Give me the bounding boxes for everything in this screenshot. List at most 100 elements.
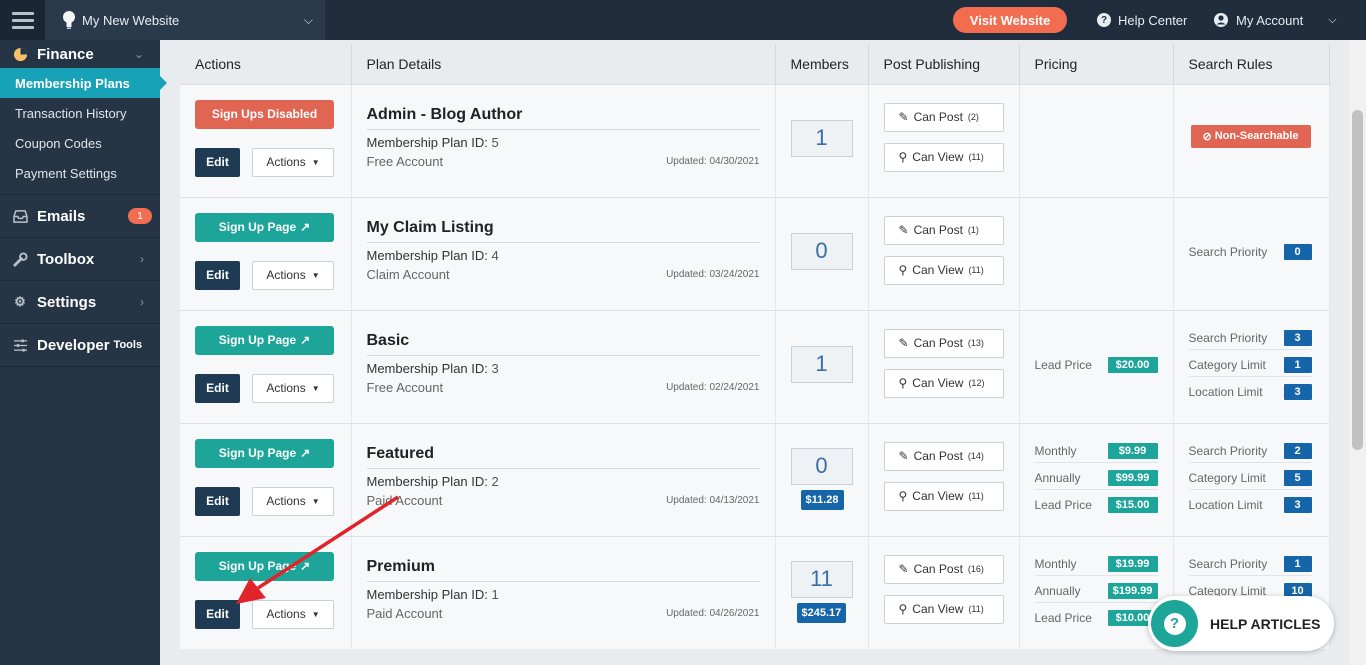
member-revenue-badge: $245.17	[796, 602, 847, 623]
can-view-label: Can View	[912, 489, 964, 503]
rule-value: 1	[1283, 356, 1312, 373]
can-view-button[interactable]: ⚲ Can View (11)	[883, 594, 1004, 624]
price-label: Lead Price	[1034, 611, 1092, 625]
sidebar-item-finance[interactable]: Finance ⌄	[0, 40, 160, 68]
can-view-button[interactable]: ⚲ Can View (12)	[883, 368, 1004, 398]
actions-label: Actions	[266, 268, 306, 282]
sidebar: Finance ⌄ Membership Plans Transaction H…	[0, 40, 167, 665]
search-rules-cell: Search Priority 0	[1173, 196, 1330, 310]
can-view-button[interactable]: ⚲ Can View (11)	[883, 481, 1004, 511]
actions-dropdown[interactable]: Actions ▼	[252, 599, 334, 629]
price-value: $99.99	[1107, 469, 1158, 486]
scrollbar-thumb[interactable]	[1352, 110, 1363, 450]
price-row: Monthly $19.99	[1034, 553, 1158, 576]
search-icon: ⚲	[898, 150, 908, 164]
member-count[interactable]: 11	[790, 560, 853, 598]
price-row: Lead Price $15.00	[1035, 494, 1158, 517]
member-count[interactable]: 1	[790, 119, 853, 157]
plan-name[interactable]: Admin - Blog Author	[367, 106, 523, 124]
can-post-count: (14)	[967, 451, 984, 461]
actions-cell: Sign Up Page ↗ Edit Actions ▼	[180, 309, 352, 423]
plan-name[interactable]: Basic	[367, 332, 410, 350]
rule-label: Search Priority	[1188, 245, 1268, 259]
plan-type: Free Account	[366, 153, 444, 169]
sidebar-item-settings[interactable]: ⚙ Settings ›	[0, 281, 160, 324]
edit-button[interactable]: Edit	[195, 147, 240, 177]
chevron-down-icon: ⌄	[133, 47, 144, 61]
can-post-button[interactable]: ✎ Can Post (13)	[883, 328, 1004, 358]
member-count[interactable]: 1	[790, 345, 853, 383]
actions-dropdown[interactable]: Actions ▼	[252, 260, 334, 290]
table-row: Sign Up Page ↗ Edit Actions ▼ Basic Member…	[180, 309, 1330, 423]
help-articles-label: HELP ARTICLES	[1210, 615, 1321, 632]
price-value: $9.99	[1107, 442, 1158, 459]
can-view-count: (11)	[968, 265, 984, 275]
rule-value: 5	[1283, 469, 1312, 486]
plan-details-cell: Admin - Blog Author Membership Plan ID: …	[351, 83, 776, 197]
actions-label: Actions	[266, 607, 306, 621]
signup-page-button[interactable]: Sign Up Page ↗	[195, 325, 334, 355]
visit-website-button[interactable]: Visit Website	[953, 7, 1067, 33]
edit-button[interactable]: Edit	[195, 373, 240, 403]
can-view-label: Can View	[912, 263, 964, 277]
membership-plans-panel: Actions Plan Details Members Post Publis…	[180, 44, 1330, 649]
member-count[interactable]: 0	[790, 447, 853, 485]
plan-name[interactable]: Premium	[367, 558, 435, 576]
member-count[interactable]: 0	[790, 232, 853, 270]
can-post-button[interactable]: ✎ Can Post (1)	[883, 215, 1004, 245]
plan-type: Free Account	[366, 379, 444, 395]
sidebar-item-toolbox[interactable]: Toolbox ›	[0, 238, 160, 281]
signups-disabled-button[interactable]: Sign Ups Disabled	[195, 99, 334, 129]
sidebar-item-label: Toolbox	[37, 250, 95, 268]
plan-id: Membership Plan ID: 4	[367, 248, 499, 263]
sidebar-item-developer-tools[interactable]: Developer Tools	[0, 324, 160, 367]
can-post-button[interactable]: ✎ Can Post (14)	[883, 441, 1004, 471]
can-post-count: (16)	[967, 564, 984, 574]
can-post-button[interactable]: ✎ Can Post (16)	[883, 554, 1004, 584]
sidebar-item-coupon-codes[interactable]: Coupon Codes	[0, 128, 160, 158]
sidebar-item-membership-plans[interactable]: Membership Plans	[0, 68, 167, 98]
edit-button[interactable]: Edit	[195, 486, 240, 516]
actions-dropdown[interactable]: Actions ▼	[252, 486, 334, 516]
help-articles-widget[interactable]: ? HELP ARTICLES	[1148, 596, 1334, 651]
edit-square-icon: ✎	[898, 562, 909, 576]
edit-button[interactable]: Edit	[195, 260, 240, 290]
actions-dropdown[interactable]: Actions ▼	[252, 147, 334, 177]
rule-row: Category Limit 5	[1188, 467, 1312, 490]
sidebar-item-emails[interactable]: Emails 1	[0, 195, 160, 238]
post-publishing-cell: ✎ Can Post (13) ⚲ Can View (12)	[868, 309, 1020, 423]
inbox-icon	[12, 208, 28, 224]
can-post-button[interactable]: ✎ Can Post (2)	[883, 102, 1004, 132]
plan-name[interactable]: My Claim Listing	[367, 219, 494, 237]
members-cell: 0	[775, 196, 869, 310]
actions-label: Actions	[266, 494, 306, 508]
price-label: Monthly	[1034, 556, 1077, 571]
column-header-pricing: Pricing	[1019, 44, 1174, 84]
hamburger-menu-icon[interactable]	[0, 0, 45, 40]
my-account-menu[interactable]: My Account ⌵	[1213, 0, 1337, 40]
plan-id-value: 1	[491, 586, 499, 602]
signup-page-button[interactable]: Sign Up Page ↗	[195, 438, 334, 468]
actions-label: Actions	[266, 155, 306, 169]
rule-label: Location Limit	[1188, 385, 1263, 399]
sidebar-item-label: Developer	[37, 336, 110, 354]
search-rules-cell: Search Priority 2 Category Limit 5 Locatio…	[1173, 422, 1330, 536]
plan-name[interactable]: Featured	[367, 445, 435, 463]
website-selector[interactable]: My New Website ⌵	[45, 0, 325, 40]
can-view-button[interactable]: ⚲ Can View (11)	[883, 255, 1004, 285]
can-view-button[interactable]: ⚲ Can View (11)	[883, 142, 1004, 172]
signup-page-button[interactable]: Sign Up Page ↗	[195, 212, 334, 242]
signup-page-button[interactable]: Sign Up Page ↗	[195, 551, 334, 581]
website-name: My New Website	[82, 12, 180, 28]
external-link-icon: ↗	[300, 446, 311, 460]
actions-dropdown[interactable]: Actions ▼	[252, 373, 334, 403]
rule-value: 0	[1283, 244, 1312, 260]
sidebar-item-payment-settings[interactable]: Payment Settings	[0, 158, 160, 188]
sidebar-item-transaction-history[interactable]: Transaction History	[0, 98, 160, 128]
edit-button[interactable]: Edit	[195, 599, 240, 629]
edit-square-icon: ✎	[898, 223, 909, 237]
pricing-cell: Lead Price $20.00	[1019, 309, 1174, 423]
ban-icon: ⊘	[1202, 130, 1212, 143]
price-row: Monthly $9.99	[1034, 440, 1158, 463]
help-center-link[interactable]: ? Help Center	[1097, 0, 1187, 40]
